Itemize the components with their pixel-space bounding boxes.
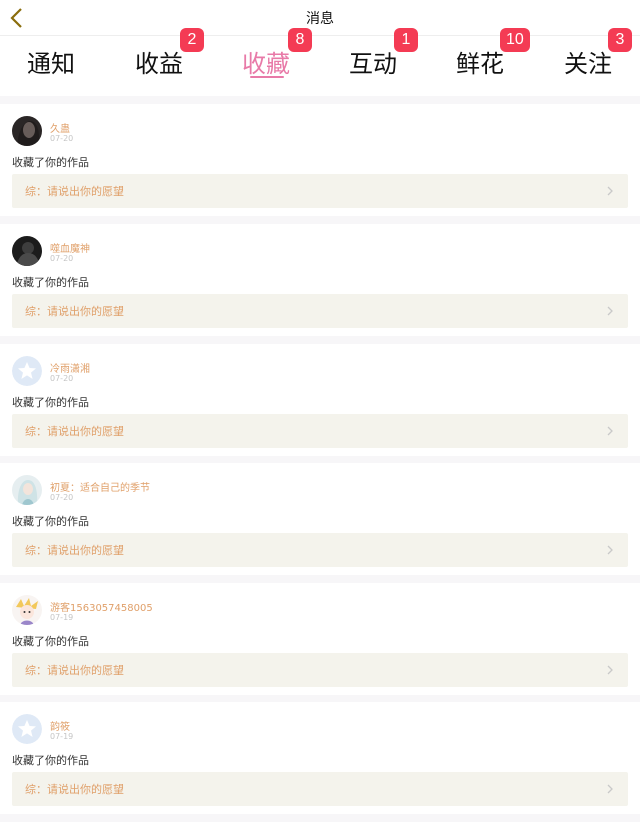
work-title: 综：请说出你的愿望 [25, 305, 124, 318]
user-name[interactable]: 噬血魔神 [50, 240, 90, 255]
action-text: 收藏了你的作品 [12, 754, 89, 767]
avatar[interactable] [12, 116, 42, 146]
work-title: 综：请说出你的愿望 [25, 425, 124, 438]
work-link[interactable]: 综：请说出你的愿望 [12, 414, 628, 448]
flowers-badge: 10 [500, 28, 530, 52]
avatar[interactable] [12, 236, 42, 266]
page-title: 消息 [306, 11, 334, 27]
work-link[interactable]: 综：请说出你的愿望 [12, 294, 628, 328]
date-label: 07-20 [50, 374, 74, 383]
user-name[interactable]: 游客1563057458005 [50, 599, 153, 614]
work-title: 综：请说出你的愿望 [25, 185, 124, 198]
list-item[interactable]: 噬血魔神 07-20 收藏了你的作品 综：请说出你的愿望 [0, 224, 640, 336]
list-item[interactable]: 初夏：适合自己的季节 07-20 收藏了你的作品 综：请说出你的愿望 [0, 463, 640, 575]
chevron-right-icon [607, 306, 613, 316]
chevron-right-icon [607, 426, 613, 436]
default-avatar-star-icon[interactable] [12, 356, 42, 386]
user-name[interactable]: 初夏：适合自己的季节 [50, 479, 150, 494]
chevron-right-icon [607, 186, 613, 196]
action-text: 收藏了你的作品 [12, 396, 89, 409]
date-label: 07-19 [50, 613, 74, 622]
follows-badge: 3 [608, 28, 632, 52]
chevron-right-icon [607, 545, 613, 555]
earnings-badge: 2 [180, 28, 204, 52]
message-list[interactable]: 久蛊 07-20 收藏了你的作品 综：请说出你的愿望 噬血魔神 07-20 收藏… [0, 96, 640, 822]
default-avatar-star-icon[interactable] [12, 714, 42, 744]
date-label: 07-19 [50, 732, 74, 741]
date-label: 07-20 [50, 134, 74, 143]
user-name[interactable]: 韵筱 [50, 718, 70, 733]
work-link[interactable]: 综：请说出你的愿望 [12, 653, 628, 687]
action-text: 收藏了你的作品 [12, 635, 89, 648]
chevron-right-icon [607, 784, 613, 794]
user-name[interactable]: 久蛊 [50, 120, 70, 135]
active-tab-indicator [250, 76, 284, 78]
favorites-badge: 8 [288, 28, 312, 52]
user-name[interactable]: 冷雨潇湘 [50, 360, 90, 375]
work-title: 综：请说出你的愿望 [25, 544, 124, 557]
date-label: 07-20 [50, 493, 74, 502]
avatar[interactable] [12, 595, 42, 625]
chevron-right-icon [607, 665, 613, 675]
interactions-badge: 1 [394, 28, 418, 52]
action-text: 收藏了你的作品 [12, 515, 89, 528]
list-item[interactable]: 久蛊 07-20 收藏了你的作品 综：请说出你的愿望 [0, 104, 640, 216]
work-title: 综：请说出你的愿望 [25, 664, 124, 677]
tab-notifications[interactable]: 通知 [6, 44, 96, 79]
work-link[interactable]: 综：请说出你的愿望 [12, 533, 628, 567]
list-item[interactable]: 冷雨潇湘 07-20 收藏了你的作品 综：请说出你的愿望 [0, 344, 640, 456]
date-label: 07-20 [50, 254, 74, 263]
list-item[interactable]: 游客1563057458005 07-19 收藏了你的作品 综：请说出你的愿望 [0, 583, 640, 695]
action-text: 收藏了你的作品 [12, 156, 89, 169]
work-title: 综：请说出你的愿望 [25, 783, 124, 796]
list-item[interactable]: 韵筱 07-19 收藏了你的作品 综：请说出你的愿望 [0, 702, 640, 814]
top-bar: 消息 [0, 0, 640, 36]
avatar[interactable] [12, 475, 42, 505]
work-link[interactable]: 综：请说出你的愿望 [12, 174, 628, 208]
work-link[interactable]: 综：请说出你的愿望 [12, 772, 628, 806]
action-text: 收藏了你的作品 [12, 276, 89, 289]
tab-bar: 通知 收益 2 收藏 8 互动 1 鲜花 10 关注 3 [0, 28, 640, 92]
